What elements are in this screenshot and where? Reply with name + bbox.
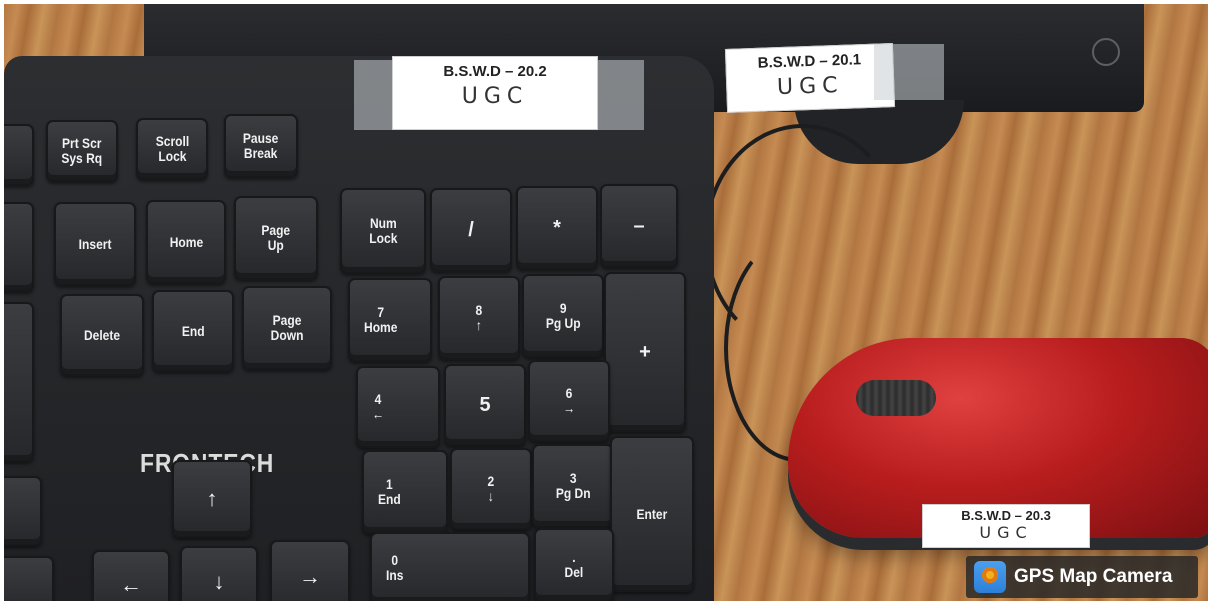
key-numpad-3[interactable]: 3 Pg Dn [532,444,614,528]
key-numpad-6[interactable]: 6 → [528,360,610,442]
watermark-text: GPS Map Camera [1014,566,1173,587]
key-numpad-8[interactable]: 8 ↑ [438,276,520,360]
key-numpad-2[interactable]: 2 ↓ [450,448,532,530]
key-partial[interactable] [4,556,54,601]
key-numpad-plus[interactable]: + [604,272,686,432]
key-numpad-minus[interactable]: – [600,184,678,268]
key-delete[interactable]: Delete [60,294,144,376]
tape [874,44,944,100]
key-pause-break[interactable]: Pause Break [224,114,298,178]
key-scroll-lock[interactable]: Scroll Lock [136,118,208,180]
key-arrow-up[interactable]: ↑ [172,460,252,538]
monitor-tag-handwriting: UGC [776,72,844,101]
keyboard-asset-tag: B.S.W.D – 20.2 UGC [392,56,598,130]
mouse-tag-code: B.S.W.D – 20.3 [961,508,1051,523]
key-arrow-down[interactable]: ↓ [180,546,258,601]
mouse-asset-tag: B.S.W.D – 20.3 UGC [922,504,1090,548]
key-arrow-right[interactable]: → [270,540,350,601]
key-num-lock[interactable]: Num Lock [340,188,426,274]
key-partial[interactable] [4,302,34,462]
mouse-tag-handwriting: UGC [979,523,1033,542]
key-numpad-4[interactable]: 4 ← [356,366,440,448]
map-pin-icon [974,561,1006,593]
key-page-up[interactable]: Page Up [234,196,318,280]
photo: B.S.W.D – 20.1 UGC B.S.W.D – 20.2 UGC Pr… [4,4,1208,601]
key-arrow-left[interactable]: ← [92,550,170,601]
key-numpad-slash[interactable]: / [430,188,512,272]
key-partial[interactable] [4,202,34,292]
gps-map-camera-watermark: GPS Map Camera [966,556,1198,598]
key-numpad-1[interactable]: 1 End [362,450,448,534]
key-numpad-9[interactable]: 9 Pg Up [522,274,604,358]
key-page-down[interactable]: Page Down [242,286,332,370]
key-numpad-decimal[interactable]: . Del [534,528,614,601]
key-end[interactable]: End [152,290,234,372]
key-print-screen[interactable]: Prt Scr Sys Rq [46,120,118,182]
key-numpad-5[interactable]: 5 [444,364,526,446]
key-numpad-0[interactable]: 0 Ins [370,532,530,601]
keyboard-tag-handwriting: UGC [461,84,529,109]
key-insert[interactable]: Insert [54,202,136,286]
key-numpad-multiply[interactable]: * [516,186,598,270]
power-icon [1092,38,1120,66]
monitor-tag-code: B.S.W.D – 20.1 [757,51,862,72]
key-partial[interactable] [4,124,34,186]
key-numpad-enter[interactable]: Enter [610,436,694,592]
monitor-asset-tag: B.S.W.D – 20.1 UGC [724,43,896,113]
key-home[interactable]: Home [146,200,226,284]
key-partial[interactable] [4,476,42,546]
keyboard-tag-code: B.S.W.D – 20.2 [443,63,547,80]
mouse-scroll-wheel[interactable] [856,380,936,416]
keyboard: B.S.W.D – 20.2 UGC Prt Scr Sys Rq Scroll… [4,56,714,601]
key-numpad-7[interactable]: 7 Home [348,278,432,362]
